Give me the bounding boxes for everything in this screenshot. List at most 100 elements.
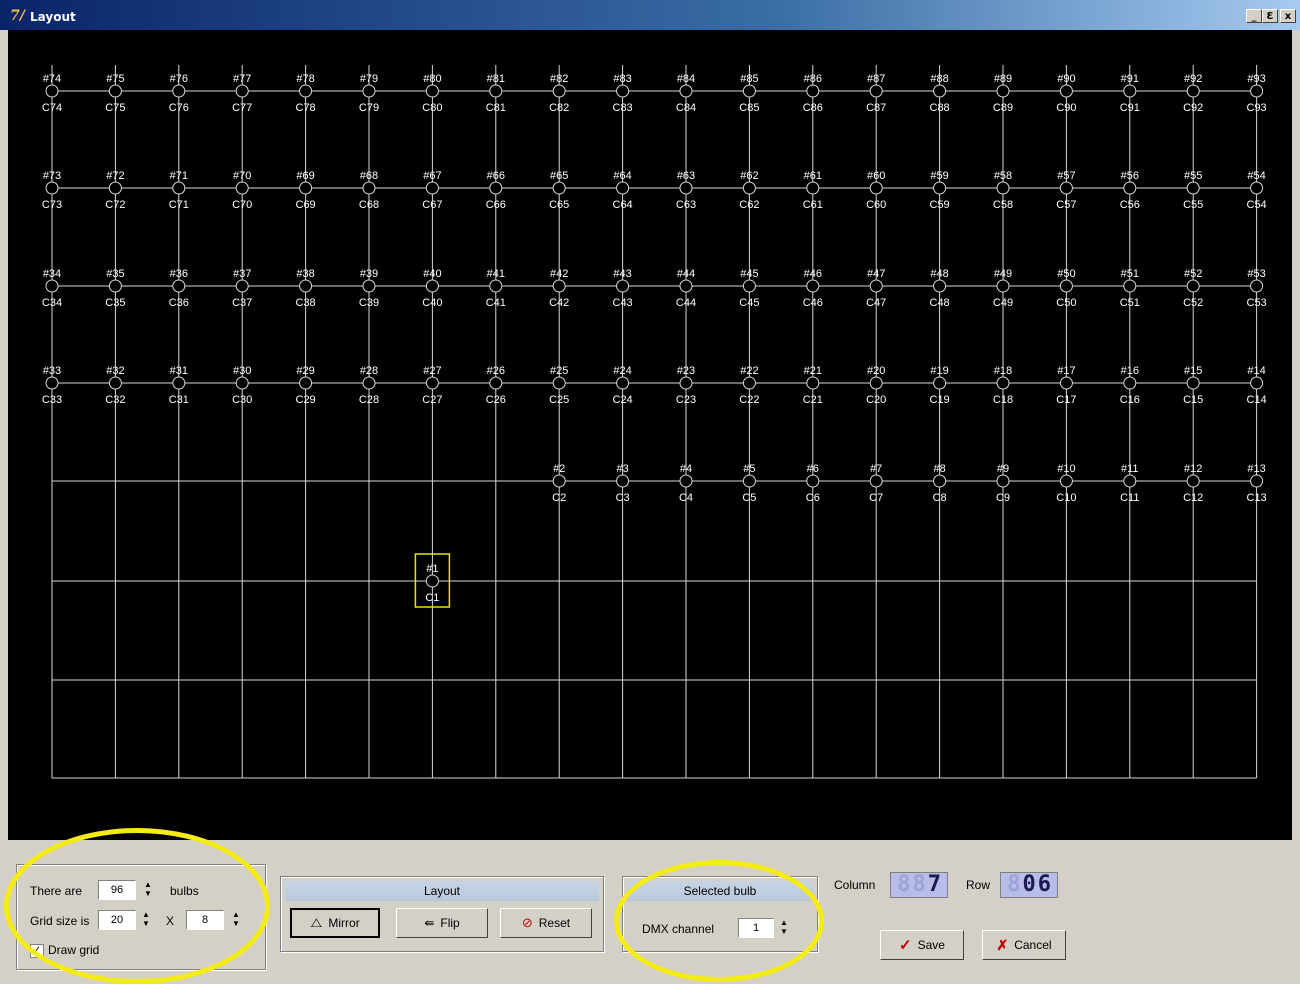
bulb-62[interactable]: #62 C62 — [739, 170, 759, 211]
bulb-48[interactable]: #48 C48 — [930, 268, 950, 309]
bulb-13[interactable]: #13 C13 — [1247, 463, 1267, 504]
bulb-41[interactable]: #41 C41 — [486, 268, 506, 309]
bulb-22[interactable]: #22 C22 — [739, 365, 759, 406]
bulb-18[interactable]: #18 C18 — [993, 365, 1013, 406]
bulb-85[interactable]: #85 C85 — [739, 73, 759, 114]
bulb-89[interactable]: #89 C89 — [993, 73, 1013, 114]
dmx-channel-stepper[interactable]: ▲ ▼ — [778, 918, 790, 938]
bulb-82[interactable]: #82 C82 — [549, 73, 569, 114]
bulb-56[interactable]: #56 C56 — [1120, 170, 1140, 211]
maximize-button[interactable]: Ɛ — [1262, 9, 1278, 23]
bulb-68[interactable]: #68 C68 — [359, 170, 379, 211]
bulb-32[interactable]: #32 C32 — [105, 365, 125, 406]
bulb-88[interactable]: #88 C88 — [930, 73, 950, 114]
dmx-channel-input[interactable]: 1 — [738, 918, 774, 938]
bulb-29[interactable]: #29 C29 — [296, 365, 316, 406]
bulb-layout-canvas[interactable]: #74 C74 #75 C75 #76 C76 #77 C77 #78 C78 #79 C79 #80 C… — [8, 30, 1292, 840]
bulb-81[interactable]: #81 C81 — [486, 73, 506, 114]
bulb-3[interactable]: #3 C3 — [616, 463, 630, 504]
bulb-66[interactable]: #66 C66 — [486, 170, 506, 211]
bulb-74[interactable]: #74 C74 — [42, 73, 62, 114]
bulb-21[interactable]: #21 C21 — [803, 365, 823, 406]
bulb-12[interactable]: #12 C12 — [1183, 463, 1203, 504]
bulb-64[interactable]: #64 C64 — [613, 170, 633, 211]
bulb-7[interactable]: #7 C7 — [869, 463, 883, 504]
bulb-54[interactable]: #54 C54 — [1247, 170, 1267, 211]
minimize-button[interactable]: _ — [1246, 9, 1262, 23]
bulb-84[interactable]: #84 C84 — [676, 73, 696, 114]
bulb-65[interactable]: #65 C65 — [549, 170, 569, 211]
bulb-grid[interactable]: #74 C74 #75 C75 #76 C76 #77 C77 #78 C78 #79 C79 #80 C… — [8, 30, 1292, 840]
bulb-5[interactable]: #5 C5 — [742, 463, 756, 504]
bulb-47[interactable]: #47 C47 — [866, 268, 886, 309]
bulb-45[interactable]: #45 C45 — [739, 268, 759, 309]
bulb-55[interactable]: #55 C55 — [1183, 170, 1203, 211]
bulb-16[interactable]: #16 C16 — [1120, 365, 1140, 406]
bulb-93[interactable]: #93 C93 — [1247, 73, 1267, 114]
bulb-61[interactable]: #61 C61 — [803, 170, 823, 211]
bulb-37[interactable]: #37 C37 — [232, 268, 252, 309]
grid-columns-input[interactable]: 20 — [98, 910, 136, 930]
bulb-10[interactable]: #10 C10 — [1056, 463, 1076, 504]
bulb-36[interactable]: #36 C36 — [169, 268, 189, 309]
bulb-43[interactable]: #43 C43 — [613, 268, 633, 309]
title-bar[interactable]: 7/ Layout _ Ɛ x — [0, 0, 1300, 30]
bulb-75[interactable]: #75 C75 — [105, 73, 125, 114]
bulb-31[interactable]: #31 C31 — [169, 365, 189, 406]
bulb-57[interactable]: #57 C57 — [1056, 170, 1076, 211]
bulb-count-stepper[interactable]: ▲ ▼ — [142, 880, 154, 900]
bulb-17[interactable]: #17 C17 — [1056, 365, 1076, 406]
save-button[interactable]: ✓ Save — [880, 930, 964, 960]
bulb-20[interactable]: #20 C20 — [866, 365, 886, 406]
bulb-53[interactable]: #53 C53 — [1247, 268, 1267, 309]
bulb-76[interactable]: #76 C76 — [169, 73, 189, 114]
bulb-67[interactable]: #67 C67 — [422, 170, 442, 211]
bulb-11[interactable]: #11 C11 — [1120, 463, 1139, 504]
bulb-25[interactable]: #25 C25 — [549, 365, 569, 406]
bulb-73[interactable]: #73 C73 — [42, 170, 62, 211]
bulb-46[interactable]: #46 C46 — [803, 268, 823, 309]
bulb-19[interactable]: #19 C19 — [930, 365, 950, 406]
bulb-83[interactable]: #83 C83 — [613, 73, 633, 114]
bulb-78[interactable]: #78 C78 — [296, 73, 316, 114]
bulb-39[interactable]: #39 C39 — [359, 268, 379, 309]
draw-grid-checkbox[interactable]: ✓ — [30, 944, 44, 958]
bulb-24[interactable]: #24 C24 — [613, 365, 633, 406]
bulb-40[interactable]: #40 C40 — [422, 268, 442, 309]
bulb-77[interactable]: #77 C77 — [232, 73, 252, 114]
bulb-count-input[interactable]: 96 — [98, 880, 136, 900]
grid-rows-input[interactable]: 8 — [186, 910, 224, 930]
grid-rows-stepper[interactable]: ▲ ▼ — [230, 910, 242, 930]
bulb-60[interactable]: #60 C60 — [866, 170, 886, 211]
bulb-26[interactable]: #26 C26 — [486, 365, 506, 406]
grid-columns-stepper[interactable]: ▲ ▼ — [140, 910, 152, 930]
mirror-button[interactable]: ⧍ Mirror — [290, 908, 380, 938]
bulb-4[interactable]: #4 C4 — [679, 463, 693, 504]
reset-button[interactable]: ⊘ Reset — [500, 908, 592, 938]
bulb-58[interactable]: #58 C58 — [993, 170, 1013, 211]
bulb-44[interactable]: #44 C44 — [676, 268, 696, 309]
bulb-8[interactable]: #8 C8 — [933, 463, 947, 504]
bulb-86[interactable]: #86 C86 — [803, 73, 823, 114]
bulb-35[interactable]: #35 C35 — [105, 268, 125, 309]
bulb-79[interactable]: #79 C79 — [359, 73, 379, 114]
bulb-42[interactable]: #42 C42 — [549, 268, 569, 309]
bulb-30[interactable]: #30 C30 — [232, 365, 252, 406]
bulb-28[interactable]: #28 C28 — [359, 365, 379, 406]
bulb-70[interactable]: #70 C70 — [232, 170, 252, 211]
bulb-63[interactable]: #63 C63 — [676, 170, 696, 211]
flip-button[interactable]: ⇚ Flip — [396, 908, 488, 938]
bulb-6[interactable]: #6 C6 — [806, 463, 820, 504]
bulb-50[interactable]: #50 C50 — [1056, 268, 1076, 309]
bulb-51[interactable]: #51 C51 — [1120, 268, 1140, 309]
bulb-59[interactable]: #59 C59 — [930, 170, 950, 211]
bulb-52[interactable]: #52 C52 — [1183, 268, 1203, 309]
bulb-92[interactable]: #92 C92 — [1183, 73, 1203, 114]
bulb-33[interactable]: #33 C33 — [42, 365, 62, 406]
bulb-34[interactable]: #34 C34 — [42, 268, 62, 309]
bulb-91[interactable]: #91 C91 — [1120, 73, 1140, 114]
bulb-49[interactable]: #49 C49 — [993, 268, 1013, 309]
bulb-15[interactable]: #15 C15 — [1183, 365, 1203, 406]
bulb-2[interactable]: #2 C2 — [552, 463, 566, 504]
bulb-27[interactable]: #27 C27 — [422, 365, 442, 406]
